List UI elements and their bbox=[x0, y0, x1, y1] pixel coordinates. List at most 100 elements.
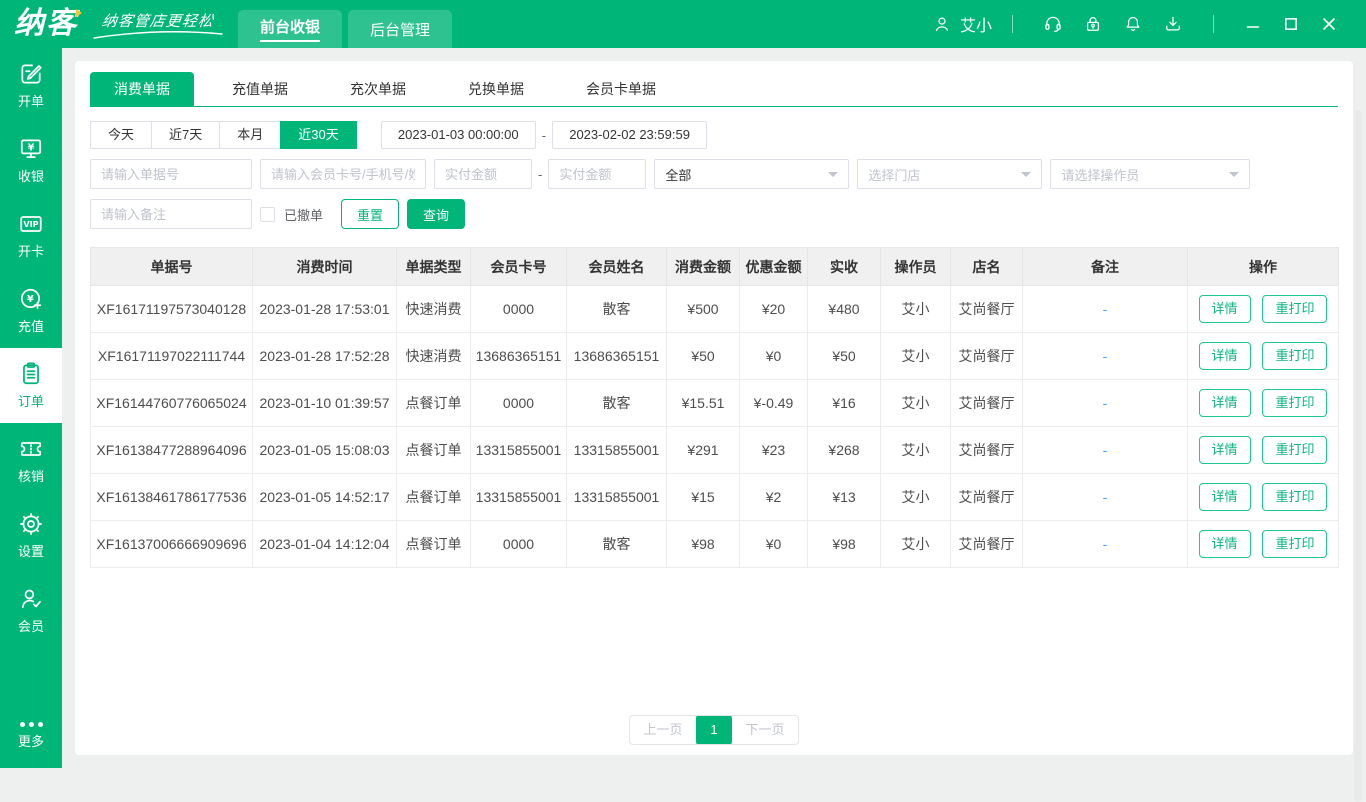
col-store: 店名 bbox=[950, 247, 1023, 286]
window-maximize-button[interactable] bbox=[1283, 16, 1299, 32]
table-row: XF16171197573040128 2023-01-28 17:53:01 … bbox=[90, 285, 1339, 333]
username: 艾小 bbox=[959, 18, 992, 35]
table-row: XF16138461786177536 2023-01-05 14:52:17 … bbox=[90, 473, 1339, 521]
svg-text:VIP: VIP bbox=[23, 219, 38, 229]
sidebar-item-settings[interactable]: 设置 bbox=[0, 498, 62, 573]
reset-button[interactable]: 重置 bbox=[341, 199, 400, 229]
member-search-input[interactable] bbox=[260, 159, 426, 189]
detail-button[interactable]: 详情 bbox=[1198, 436, 1251, 464]
topnav-tab-backend-admin[interactable]: 后台管理 bbox=[348, 10, 453, 48]
scrollbar[interactable] bbox=[1354, 110, 1362, 802]
user-icon bbox=[935, 17, 949, 31]
next-page-button[interactable]: 下一页 bbox=[732, 716, 798, 744]
reprint-button[interactable]: 重打印 bbox=[1262, 530, 1328, 558]
window-minimize-button[interactable] bbox=[1245, 16, 1261, 32]
amount-min-input[interactable] bbox=[434, 159, 532, 189]
sidebar: 开单 ¥ 收银 VIP 开卡 ¥ 充值 订单 核销 设置 会员 更多 bbox=[0, 48, 62, 768]
notification-bell-icon[interactable] bbox=[1123, 14, 1143, 34]
amount-max-input[interactable] bbox=[548, 159, 647, 189]
user-menu[interactable]: 艾小 bbox=[932, 12, 992, 36]
reprint-button[interactable]: 重打印 bbox=[1262, 483, 1328, 511]
reprint-button[interactable]: 重打印 bbox=[1262, 389, 1328, 417]
detail-button[interactable]: 详情 bbox=[1198, 342, 1251, 370]
sidebar-item-open-card[interactable]: VIP 开卡 bbox=[0, 198, 62, 273]
window-close-button[interactable] bbox=[1321, 16, 1337, 32]
app-logo: 纳客 bbox=[14, 0, 82, 48]
lock-icon[interactable] bbox=[1083, 14, 1103, 34]
vip-card-icon: VIP bbox=[20, 216, 42, 232]
orders-icon bbox=[23, 362, 39, 385]
col-amount: 消费金额 bbox=[666, 247, 740, 286]
col-operator: 操作员 bbox=[880, 247, 951, 286]
topbar: 纳客 纳客管店更轻松 前台收银 后台管理 艾小 bbox=[0, 0, 1366, 48]
detail-button[interactable]: 详情 bbox=[1198, 483, 1251, 511]
download-icon[interactable] bbox=[1163, 14, 1183, 34]
reprint-button[interactable]: 重打印 bbox=[1262, 342, 1328, 370]
cancelled-checkbox-wrap[interactable]: 已撤单 bbox=[260, 205, 323, 224]
reprint-button[interactable]: 重打印 bbox=[1262, 436, 1328, 464]
date-start-input[interactable]: 2023-01-03 00:00:00 bbox=[380, 121, 536, 149]
svg-text:¥: ¥ bbox=[28, 142, 35, 153]
range-month-button[interactable]: 本月 bbox=[219, 121, 282, 149]
topbar-right: 艾小 bbox=[932, 12, 1348, 36]
order-type-select[interactable]: 全部 bbox=[654, 159, 850, 189]
slogan-swoosh-icon bbox=[93, 30, 223, 39]
cancelled-checkbox[interactable] bbox=[260, 206, 275, 222]
sidebar-item-more[interactable]: 更多 bbox=[0, 710, 62, 762]
operator-select[interactable]: 请选择操作员 bbox=[1050, 159, 1251, 189]
filter-row-dates: 今天 近7天 本月 近30天 2023-01-03 00:00:00 - 202… bbox=[90, 121, 1338, 149]
detail-button[interactable]: 详情 bbox=[1198, 530, 1251, 558]
recharge-icon: ¥ bbox=[20, 288, 42, 309]
svg-text:¥: ¥ bbox=[27, 294, 34, 305]
detail-button[interactable]: 详情 bbox=[1198, 295, 1251, 323]
table-header-row: 单据号 消费时间 单据类型 会员卡号 会员姓名 消费金额 优惠金额 实收 操作员… bbox=[90, 247, 1339, 286]
table-row: XF16138477288964096 2023-01-05 15:08:03 … bbox=[90, 426, 1339, 474]
date-end-input[interactable]: 2023-02-02 23:59:59 bbox=[552, 121, 708, 149]
remark-input[interactable] bbox=[90, 199, 252, 229]
sidebar-item-cashier[interactable]: ¥ 收银 bbox=[0, 123, 62, 198]
support-headset-icon[interactable] bbox=[1043, 14, 1063, 34]
tab-recharge-orders[interactable]: 充值单据 bbox=[208, 72, 312, 106]
table-row: XF16144760776065024 2023-01-10 01:39:57 … bbox=[90, 379, 1339, 427]
detail-button[interactable]: 详情 bbox=[1198, 389, 1251, 417]
topnav: 前台收银 后台管理 bbox=[238, 0, 458, 48]
topnav-tab-front-cashier[interactable]: 前台收银 bbox=[238, 10, 343, 48]
order-no-input[interactable] bbox=[90, 159, 252, 189]
filter-row-fields: - 全部 选择门店 请选择操作员 bbox=[90, 159, 1338, 189]
filter-row-actions: 已撤单 重置 查询 bbox=[90, 199, 1338, 229]
search-button[interactable]: 查询 bbox=[407, 199, 466, 229]
orders-table: 单据号 消费时间 单据类型 会员卡号 会员姓名 消费金额 优惠金额 实收 操作员… bbox=[90, 247, 1339, 568]
pagination: 上一页 1 下一页 bbox=[629, 715, 799, 745]
range-30days-button[interactable]: 近30天 bbox=[280, 121, 357, 149]
range-7days-button[interactable]: 近7天 bbox=[151, 121, 221, 149]
col-paid: 实收 bbox=[807, 247, 881, 286]
chevron-down-icon bbox=[828, 171, 839, 177]
col-type: 单据类型 bbox=[396, 247, 471, 286]
chevron-down-icon bbox=[1229, 171, 1240, 177]
sidebar-item-recharge[interactable]: ¥ 充值 bbox=[0, 273, 62, 348]
table-row: XF16137006666909696 2023-01-04 14:12:04 … bbox=[90, 520, 1339, 568]
tab-member-card-orders[interactable]: 会员卡单据 bbox=[562, 72, 680, 106]
main-area: 消费单据 充值单据 充次单据 兑换单据 会员卡单据 今天 近7天 本月 近30天… bbox=[62, 48, 1366, 802]
sidebar-item-open-order[interactable]: 开单 bbox=[0, 48, 62, 123]
current-page-button[interactable]: 1 bbox=[696, 716, 732, 744]
document-tabs: 消费单据 充值单据 充次单据 兑换单据 会员卡单据 bbox=[90, 61, 1338, 107]
chevron-down-icon bbox=[1021, 171, 1032, 177]
col-order-no: 单据号 bbox=[90, 247, 253, 286]
tab-consume-orders[interactable]: 消费单据 bbox=[90, 72, 194, 106]
col-discount: 优惠金额 bbox=[739, 247, 808, 286]
store-select[interactable]: 选择门店 bbox=[857, 159, 1043, 189]
reprint-button[interactable]: 重打印 bbox=[1262, 295, 1328, 323]
sidebar-item-verify[interactable]: 核销 bbox=[0, 423, 62, 498]
col-card-no: 会员卡号 bbox=[470, 247, 567, 286]
prev-page-button[interactable]: 上一页 bbox=[630, 716, 696, 744]
tab-exchange-orders[interactable]: 兑换单据 bbox=[444, 72, 548, 106]
sidebar-item-orders[interactable]: 订单 bbox=[0, 348, 62, 423]
divider bbox=[1213, 15, 1214, 33]
tab-times-orders[interactable]: 充次单据 bbox=[326, 72, 430, 106]
more-icon bbox=[19, 722, 43, 727]
sidebar-item-members[interactable]: 会员 bbox=[0, 573, 62, 648]
range-today-button[interactable]: 今天 bbox=[90, 121, 153, 149]
cashier-icon: ¥ bbox=[20, 139, 42, 158]
divider bbox=[1012, 15, 1013, 33]
